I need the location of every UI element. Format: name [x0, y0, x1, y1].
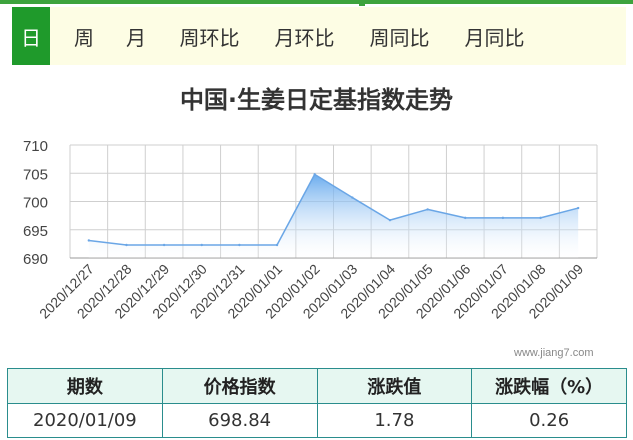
y-tick-label: 695 — [23, 223, 48, 240]
table-header-row: 期数 价格指数 涨跌值 涨跌幅（%） — [7, 368, 627, 404]
cell-price-index: 698.84 — [161, 403, 318, 438]
data-point — [388, 218, 392, 222]
y-tick-label: 705 — [23, 166, 48, 183]
y-tick-label: 700 — [23, 195, 48, 212]
site-watermark: www.jiang7.com — [514, 347, 594, 359]
cell-change-percent: 0.26 — [471, 403, 627, 438]
data-point — [200, 243, 203, 247]
data-point — [238, 243, 241, 247]
header-change-percent: 涨跌幅（%） — [471, 368, 627, 404]
header-price-index: 价格指数 — [161, 368, 318, 404]
data-point — [351, 196, 354, 199]
cell-change-value: 1.78 — [316, 403, 473, 438]
y-tick-label: 690 — [23, 251, 48, 268]
data-point — [576, 206, 580, 210]
latest-index-table: 期数 价格指数 涨跌值 涨跌幅（%） 2020/01/09 698.84 1.7… — [7, 368, 627, 438]
data-point — [162, 243, 166, 247]
data-point — [275, 243, 279, 247]
data-point — [464, 216, 467, 220]
cell-period: 2020/01/09 — [7, 403, 163, 438]
table-row: 2020/01/09 698.84 1.78 0.26 — [7, 403, 627, 438]
data-point — [87, 239, 91, 242]
header-change-value: 涨跌值 — [316, 368, 473, 404]
y-tick-label: 710 — [23, 138, 48, 155]
data-point — [501, 216, 505, 220]
data-point — [313, 173, 316, 176]
data-point — [426, 208, 429, 211]
header-period: 期数 — [7, 368, 163, 404]
data-point — [125, 243, 128, 247]
data-point — [539, 216, 542, 220]
